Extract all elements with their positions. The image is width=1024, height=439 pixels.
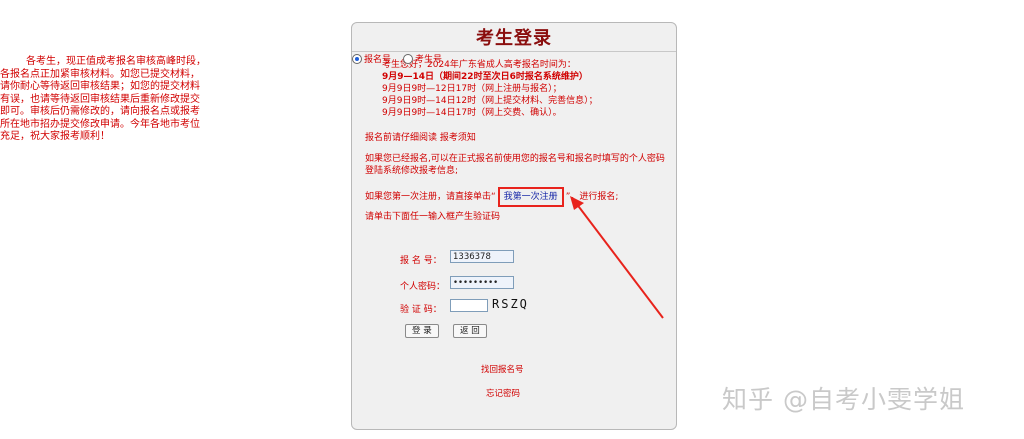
first-register-link[interactable]: 我第一次注册 — [497, 187, 564, 207]
forgot-password-link[interactable]: 忘记密码 — [486, 387, 520, 399]
times-line-2: 9月9日9时—12日17时（网上注册与报名）； — [382, 84, 562, 94]
captcha-prompt: 请单击下面任一输入框产生验证码 — [365, 212, 501, 222]
password-input[interactable] — [450, 276, 514, 289]
login-panel: 考生登录 考生您好，2024年广东省成人高考报名时间为： 9月9—14日（期间2… — [351, 22, 677, 430]
registered-note: 如果您已经报名,可以在正式报名前使用您的报名号和报名时填写的个人密码登陆系统修改… — [365, 154, 665, 176]
first-register-suffix: ”，进行报名; — [565, 192, 619, 202]
radio-checked-icon — [352, 53, 362, 64]
label-captcha: 验 证 码： — [400, 305, 442, 315]
back-button[interactable]: 返 回 — [453, 324, 487, 338]
radio-unchecked-icon — [403, 53, 414, 64]
watermark: 知乎 @自考小雯学姐 — [722, 385, 965, 414]
page-title: 考生登录 — [476, 28, 552, 49]
first-register-row: 如果您第一次注册，请直接单击“ 我第一次注册 ”，进行报名; — [365, 187, 618, 207]
exam-notice-link[interactable]: 报考须知 — [440, 133, 476, 143]
login-button[interactable]: 登 录 — [405, 324, 439, 338]
captcha-input[interactable] — [450, 299, 488, 312]
times-line-3: 9月9日9时—14日12时（网上提交材料、完善信息）； — [382, 96, 598, 106]
times-line-1: 9月9—14日（期间22时至次日6时报名系统维护） — [382, 72, 588, 82]
first-register-prefix: 如果您第一次注册，请直接单击“ — [365, 192, 496, 202]
label-password: 个人密码： — [400, 282, 446, 292]
read-first-note: 报名前请仔细阅读 报考须知 — [365, 132, 476, 144]
read-first-prefix: 报名前请仔细阅读 — [365, 133, 440, 143]
panel-header: 考生登录 — [352, 23, 676, 52]
times-line-4: 9月9日9时—14日17时（网上交费、确认）。 — [382, 108, 562, 118]
times-intro: 考生您好，2024年广东省成人高考报名时间为： — [382, 60, 576, 70]
recover-registration-number-link[interactable]: 找回报名号 — [481, 363, 524, 375]
notice-text: 各考生，现正值成考报名审核高峰时段，各报名点正加紧审核材料。如您已提交材料，请你… — [0, 56, 206, 142]
label-registration-number: 报 名 号： — [400, 256, 442, 266]
registration-number-input[interactable] — [450, 250, 514, 263]
registration-times: 考生您好，2024年广东省成人高考报名时间为： 9月9—14日（期间22时至次日… — [382, 59, 662, 119]
captcha-image[interactable]: RSZQ — [492, 297, 529, 311]
